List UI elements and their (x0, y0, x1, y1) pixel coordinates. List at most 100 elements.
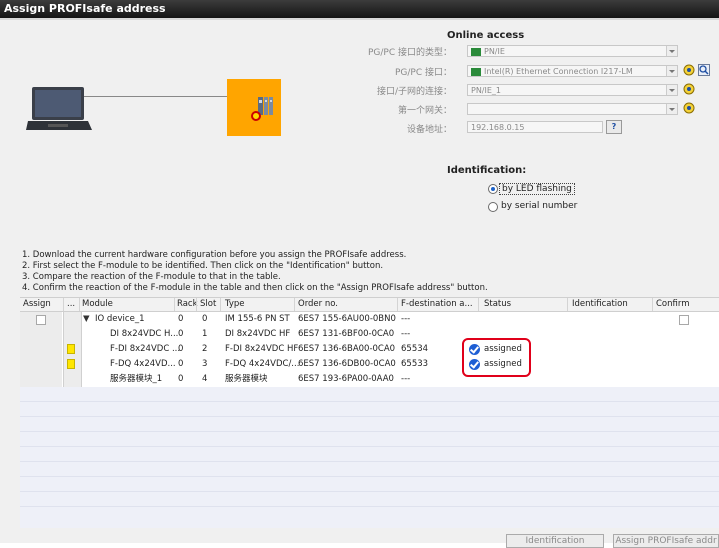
table-row[interactable]: F-DQ 4x24VD... 0 3 F-DQ 4x24VDC/... 6ES7… (20, 357, 719, 372)
col-header-module[interactable]: Module (82, 298, 113, 311)
connection-port-icon (251, 111, 261, 121)
order-value: 6ES7 136-6BA00-0CA0 (298, 344, 396, 354)
grid-line (20, 461, 719, 462)
module-name: F-DQ 4x24VD... (110, 359, 176, 369)
table-header: Assign ... Module Rack Slot Type Order n… (20, 298, 719, 312)
assign-profisafe-address-button[interactable]: Assign PROFIsafe addr (613, 534, 719, 548)
network-cable-line (84, 96, 228, 97)
subnet-connection-value: PN/IE_1 (471, 86, 502, 95)
online-access-title: Online access (447, 30, 525, 41)
interface-select[interactable]: Intel(R) Ethernet Connection I217-LM (467, 65, 678, 77)
col-header-slot[interactable]: Slot (200, 298, 216, 311)
rack-value: 0 (178, 359, 184, 369)
io-device-node[interactable] (227, 79, 281, 136)
assign-profisafe-dialog: Assign PROFIsafe address Online access P… (0, 0, 719, 548)
fdest-value: 65533 (401, 359, 429, 369)
led-flashing-label[interactable]: by LED flashing (499, 183, 575, 195)
assigned-status-highlight (462, 338, 531, 377)
table-row[interactable]: DI 8x24VDC H... 0 1 DI 8x24VDC HF 6ES7 1… (20, 327, 719, 342)
identification-button[interactable]: Identification (506, 534, 604, 548)
chevron-down-icon[interactable] (666, 66, 677, 76)
module-name: F-DI 8x24VDC ... (110, 344, 181, 354)
slot-value: 4 (202, 374, 208, 384)
column-divider[interactable] (79, 298, 80, 311)
identification-title: Identification: (447, 165, 527, 176)
f-module-marker (67, 359, 75, 369)
column-divider[interactable] (196, 298, 197, 311)
interface-type-label: PG/PC 接口的类型： (367, 48, 452, 58)
subnet-connection-label: 接口/子网的连接： (376, 87, 452, 97)
col-header-rack[interactable]: Rack (177, 298, 198, 311)
slot-value: 2 (202, 344, 208, 354)
instruction-1: 1. Download the current hardware configu… (22, 250, 407, 260)
grid-line (20, 431, 719, 432)
table-row[interactable]: 服务器模块_1 0 4 服务器模块 6ES7 193-6PA00-0AA0 --… (20, 372, 719, 387)
properties-icon[interactable] (683, 64, 695, 76)
properties-icon[interactable] (683, 102, 695, 114)
slot-value: 3 (202, 359, 208, 369)
order-value: 6ES7 131-6BF00-0CA0 (298, 329, 395, 339)
type-value: F-DQ 4x24VDC/... (225, 359, 300, 369)
column-divider[interactable] (220, 298, 221, 311)
module-table: Assign ... Module Rack Slot Type Order n… (20, 297, 719, 528)
module-name: DI 8x24VDC H... (110, 329, 179, 339)
grid-line (20, 401, 719, 402)
window-title: Assign PROFIsafe address (0, 0, 719, 18)
chevron-down-icon[interactable] (666, 104, 677, 114)
assign-checkbox[interactable] (36, 315, 46, 325)
table-row[interactable]: ▼ IO device_1 0 0 IM 155-6 PN ST 6ES7 15… (20, 312, 719, 327)
subnet-connection-select[interactable]: PN/IE_1 (467, 84, 678, 96)
column-divider[interactable] (63, 298, 64, 311)
interface-label: PG/PC 接口： (394, 68, 452, 78)
module-name: 服务器模块_1 (110, 374, 163, 384)
expand-arrow-icon[interactable]: ▼ (83, 312, 90, 327)
confirm-checkbox[interactable] (679, 315, 689, 325)
order-value: 6ES7 193-6PA00-0AA0 (298, 374, 394, 384)
fdest-value: --- (401, 329, 411, 339)
type-value: F-DI 8x24VDC HF (225, 344, 299, 354)
question-icon: ? (611, 122, 617, 131)
column-divider[interactable] (174, 298, 175, 311)
col-header-type[interactable]: Type (225, 298, 245, 311)
led-flashing-radio[interactable] (488, 184, 498, 194)
address-help-button[interactable]: ? (606, 120, 622, 134)
first-gateway-select[interactable] (467, 103, 678, 115)
module-name: IO device_1 (95, 314, 145, 324)
col-header-confirm[interactable]: Confirm (656, 298, 690, 311)
grid-line (20, 506, 719, 507)
slot-value: 0 (202, 314, 208, 324)
col-header-order[interactable]: Order no. (298, 298, 338, 311)
first-gateway-label: 第一个网关： (397, 106, 452, 116)
f-module-marker (67, 344, 75, 354)
col-header-assign[interactable]: Assign (23, 298, 51, 311)
col-header-status[interactable]: Status (484, 298, 511, 311)
type-value: 服务器模块 (225, 374, 268, 384)
search-icon[interactable] (698, 64, 710, 76)
table-row[interactable]: F-DI 8x24VDC ... 0 2 F-DI 8x24VDC HF 6ES… (20, 342, 719, 357)
instruction-3: 3. Compare the reaction of the F-module … (22, 272, 281, 282)
chevron-down-icon[interactable] (666, 46, 677, 56)
col-header-dots[interactable]: ... (67, 298, 75, 311)
column-divider[interactable] (478, 298, 479, 311)
fdest-value: --- (401, 374, 411, 384)
slot-value: 1 (202, 329, 208, 339)
properties-icon[interactable] (683, 83, 695, 95)
column-divider[interactable] (652, 298, 653, 311)
fdest-value: 65534 (401, 344, 429, 354)
interface-type-select[interactable]: PN/IE (467, 45, 678, 57)
device-address-input[interactable]: 192.168.0.15 (467, 121, 603, 133)
column-divider[interactable] (294, 298, 295, 311)
rack-value: 0 (178, 314, 184, 324)
rack-value: 0 (178, 344, 184, 354)
column-divider[interactable] (567, 298, 568, 311)
col-header-identification[interactable]: Identification (572, 298, 628, 311)
column-divider[interactable] (397, 298, 398, 311)
network-card-icon (471, 67, 481, 76)
serial-number-radio[interactable] (488, 202, 498, 212)
serial-number-label[interactable]: by serial number (501, 201, 577, 211)
col-header-fdest[interactable]: F-destination a... (401, 298, 473, 311)
rack-value: 0 (178, 329, 184, 339)
instruction-2: 2. First select the F-module to be ident… (22, 261, 384, 271)
pg-pc-laptop-icon (26, 87, 92, 130)
chevron-down-icon[interactable] (666, 85, 677, 95)
